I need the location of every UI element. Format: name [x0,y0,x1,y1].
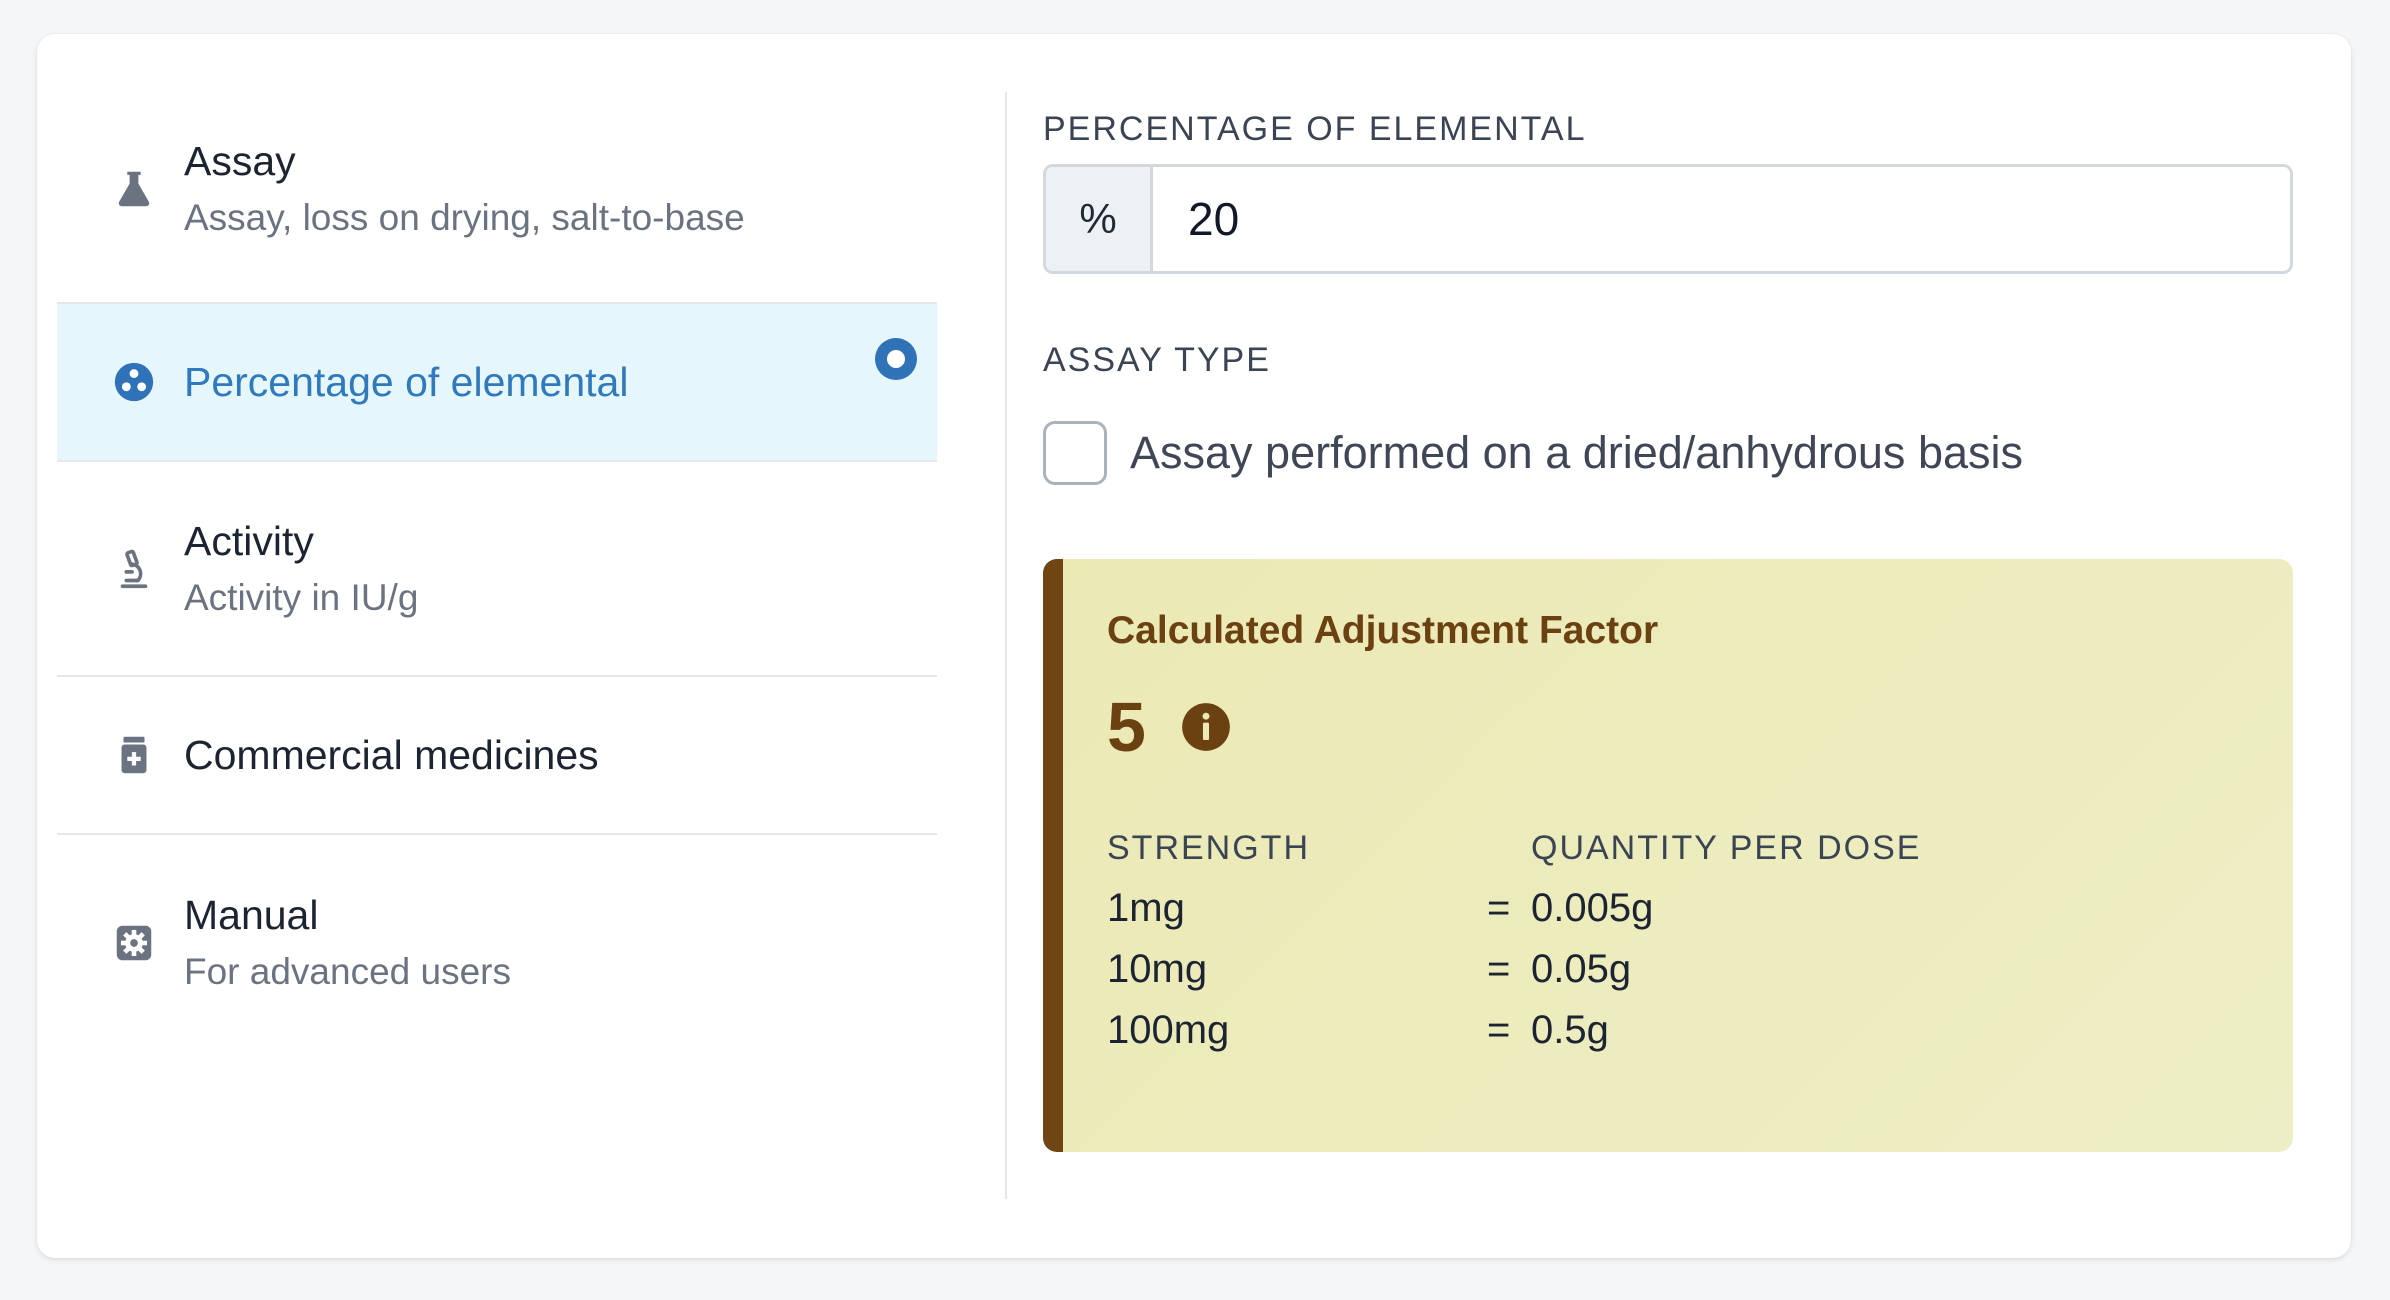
menu-item-title: Percentage of elemental [184,359,629,405]
menu-item-activity[interactable]: Activity Activity in IU/g [57,462,937,677]
menu-item-commercial-medicines[interactable]: Commercial medicines [57,677,937,835]
medicine-bottle-icon [109,730,159,780]
quantity-header: QUANTITY PER DOSE [1531,829,1922,867]
menu-item-subtitle: Assay, loss on drying, salt-to-base [184,197,745,238]
accent-stripe [1043,559,1063,1152]
menu-item-assay[interactable]: Assay Assay, loss on drying, salt-to-bas… [57,76,937,304]
selected-radio-icon[interactable] [875,338,917,380]
quantity-cell: 0.5g [1531,1008,1609,1052]
quantity-cell: 0.005g [1531,886,1654,930]
dried-basis-option[interactable]: Assay performed on a dried/anhydrous bas… [1043,421,2023,485]
method-menu: Assay Assay, loss on drying, salt-to-bas… [57,76,937,1050]
adjustment-factor-panel: Calculated Adjustment Factor 5 STRENGTH … [1043,559,2293,1152]
info-icon[interactable] [1180,701,1232,753]
dried-basis-label: Assay performed on a dried/anhydrous bas… [1130,427,2023,478]
menu-item-title: Activity [184,517,314,564]
menu-item-title: Commercial medicines [184,732,599,778]
strength-cell: 10mg [1107,947,1208,991]
equals-cell: = [1487,886,1511,930]
dried-basis-checkbox[interactable] [1043,421,1107,485]
menu-item-manual[interactable]: Manual For advanced users [57,835,937,1050]
menu-item-subtitle: Activity in IU/g [184,576,419,618]
menu-item-title: Manual [184,891,319,938]
assay-type-label: ASSAY TYPE [1043,341,1271,379]
factor-row: 5 [1107,687,1232,767]
percent-addon: % [1046,167,1153,271]
percentage-input[interactable] [1153,167,2290,271]
menu-item-title: Assay [184,138,296,184]
elements-icon [109,357,159,407]
strength-header: STRENGTH [1107,829,1310,867]
equals-cell: = [1487,947,1511,991]
strength-cell: 1mg [1107,886,1185,930]
percentage-label: PERCENTAGE OF ELEMENTAL [1043,110,1587,148]
panel-divider [1005,92,1007,1199]
table-row: 100mg = 0.5g [1107,1008,1907,1058]
menu-item-percentage-of-elemental[interactable]: Percentage of elemental [57,304,937,462]
menu-item-subtitle: For advanced users [184,950,512,992]
gear-icon [109,918,159,968]
quantity-cell: 0.05g [1531,947,1632,991]
factor-value: 5 [1107,688,1146,766]
table-row: 1mg = 0.005g [1107,886,1907,936]
table-row: 10mg = 0.05g [1107,947,1907,997]
microscope-icon [109,544,159,594]
percentage-input-group: % [1043,164,2293,274]
equals-cell: = [1487,1008,1511,1052]
result-title: Calculated Adjustment Factor [1107,609,1659,652]
strength-cell: 100mg [1107,1008,1230,1052]
flask-icon [109,164,159,214]
